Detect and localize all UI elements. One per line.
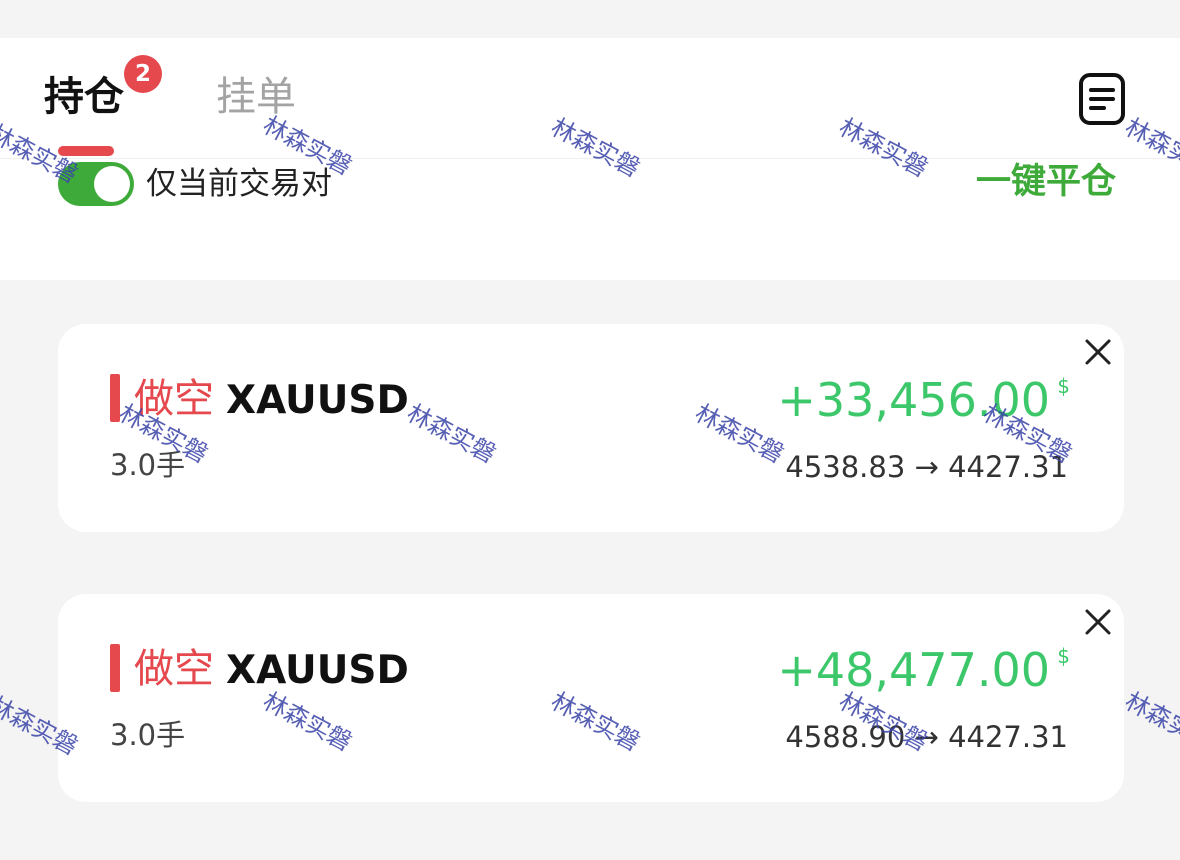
close-all-button[interactable]: 一键平仓 — [976, 160, 1116, 204]
current-pair-only-toggle[interactable] — [58, 162, 134, 206]
position-card[interactable]: 做空 XAUUSD 3.0手 +48,477.00 $ 4588.90 → 44… — [58, 594, 1124, 802]
watermark: 林森实磐 — [1120, 686, 1180, 757]
position-pnl: +33,456.00 — [777, 373, 1050, 427]
close-position-icon[interactable] — [1084, 338, 1112, 366]
position-symbol: XAUUSD — [226, 648, 409, 693]
close-position-icon[interactable] — [1084, 608, 1112, 636]
pnl-currency: $ — [1057, 374, 1070, 398]
arrow-right-icon: → — [914, 450, 939, 484]
positions-count-badge: 2 — [124, 55, 162, 93]
tab-pending-orders[interactable]: 挂单 — [216, 72, 296, 122]
current-price: 4427.31 — [948, 720, 1068, 754]
open-price: 4538.83 — [785, 450, 906, 484]
position-direction: 做空 — [134, 646, 214, 692]
active-tab-indicator — [58, 146, 114, 156]
positions-header-panel: 持仓 2 挂单 — [0, 38, 1180, 280]
position-prices: 4538.83 → 4427.31 — [785, 448, 1068, 486]
arrow-right-icon: → — [914, 720, 939, 754]
tab-divider — [0, 158, 1180, 159]
position-card[interactable]: 做空 XAUUSD 3.0手 +33,456.00 $ 4538.83 → 44… — [58, 324, 1124, 532]
short-indicator-bar — [110, 374, 120, 422]
position-lots: 3.0手 — [110, 448, 186, 482]
current-price: 4427.31 — [948, 450, 1068, 484]
position-lots: 3.0手 — [110, 718, 186, 752]
position-prices: 4588.90 → 4427.31 — [785, 718, 1068, 756]
position-direction: 做空 — [134, 376, 214, 422]
pnl-currency: $ — [1057, 644, 1070, 668]
current-pair-only-label: 仅当前交易对 — [146, 166, 332, 202]
document-list-icon[interactable] — [1078, 72, 1126, 126]
position-symbol: XAUUSD — [226, 378, 409, 423]
short-indicator-bar — [110, 644, 120, 692]
tab-positions[interactable]: 持仓 — [44, 72, 124, 122]
position-pnl: +48,477.00 — [777, 643, 1050, 697]
toggle-knob — [94, 166, 130, 202]
open-price: 4588.90 — [785, 720, 906, 754]
